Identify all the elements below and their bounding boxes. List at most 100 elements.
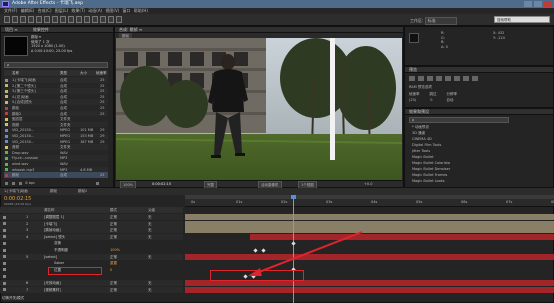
layer-name[interactable]: [卡瑞飞] (44, 221, 57, 227)
visibility-icon[interactable] (3, 235, 6, 239)
visibility-icon[interactable] (3, 281, 6, 285)
first-frame-icon[interactable] (409, 76, 415, 81)
puppet-tool-icon[interactable] (116, 16, 122, 23)
col-rate[interactable]: 帧速率 (96, 70, 107, 76)
label-color-icon[interactable] (5, 117, 8, 121)
visibility-icon[interactable] (3, 215, 6, 219)
visibility-icon[interactable] (3, 268, 6, 272)
label-color-icon[interactable] (5, 106, 8, 110)
layer-parent[interactable]: 无 (148, 280, 152, 286)
play-icon[interactable] (427, 76, 433, 81)
label-color-icon[interactable] (5, 123, 8, 127)
last-frame-icon[interactable] (445, 76, 451, 81)
tab-preview[interactable]: 预览 (405, 67, 553, 73)
effects-search-input[interactable]: ρ (409, 117, 509, 123)
layer-parent[interactable]: 无 (148, 234, 152, 240)
visibility-icon[interactable] (3, 288, 6, 292)
tab-composition[interactable]: 合成: 跳帧 ≡ (119, 27, 142, 32)
minimize-button[interactable] (524, 1, 532, 7)
table-row[interactable]: 变换 (0, 240, 183, 247)
table-row[interactable]: 3 [跳帧动画] 正常 无 (0, 227, 183, 234)
layer-duration-bar[interactable] (185, 286, 554, 293)
audio-icon[interactable] (454, 76, 460, 81)
new-composition-icon[interactable] (19, 181, 23, 185)
col-name[interactable]: 名称 (12, 70, 19, 76)
toggle-switches-modes[interactable]: 切换开关/模式 (2, 296, 24, 301)
visibility-icon[interactable] (3, 241, 6, 245)
trash-icon[interactable] (96, 181, 100, 185)
tab-effects-presets[interactable]: 效果和预设 (405, 109, 553, 115)
hand-tool-icon[interactable] (20, 16, 26, 23)
layer-name[interactable]: 不透明度 (54, 247, 68, 253)
label-color-icon[interactable] (5, 78, 8, 82)
visibility-icon[interactable] (3, 222, 6, 226)
layer-name[interactable]: [select] 镜头 (44, 234, 65, 240)
layer-name[interactable]: 变换 (54, 240, 61, 246)
col-mode[interactable]: 模式 (110, 207, 117, 213)
timeline-tab-1[interactable]: 1.[卡瑞飞]动画 (4, 188, 28, 195)
label-color-icon[interactable] (5, 128, 8, 132)
brush-tool-icon[interactable] (84, 16, 90, 23)
label-color-icon[interactable] (5, 134, 8, 138)
comp-timecode[interactable]: 0:00:02:15 (152, 181, 171, 188)
layer-name[interactable]: [光效动画] (44, 280, 61, 286)
interpret-footage-icon[interactable] (5, 181, 8, 185)
next-frame-icon[interactable] (436, 76, 442, 81)
table-row[interactable]: Saber 重置 (0, 260, 183, 267)
layer-parent[interactable]: 无 (148, 221, 152, 227)
close-button[interactable] (544, 1, 552, 7)
loop-icon[interactable] (463, 76, 469, 81)
layer-mode[interactable]: 正常 (110, 280, 117, 286)
pen-tool-icon[interactable] (68, 16, 74, 23)
playhead-handle[interactable] (291, 195, 296, 199)
layer-mode[interactable]: 正常 (110, 234, 117, 240)
layer-mode[interactable]: 正常 (110, 287, 117, 293)
label-color-icon[interactable] (5, 168, 8, 172)
exposure-value[interactable]: +0.0 (364, 181, 373, 188)
layer-name[interactable]: [调整图层 1] (44, 214, 64, 220)
label-color-icon[interactable] (5, 151, 8, 155)
skip-value[interactable]: 0 (430, 98, 432, 103)
tab-effect-controls[interactable]: 效果控件 (33, 27, 49, 32)
layer-name[interactable]: [视频素材] (44, 287, 61, 293)
search-help-input[interactable]: 搜索帮助 (494, 16, 550, 23)
layer-mode[interactable]: 0 (110, 267, 112, 273)
layer-mode[interactable]: 重置 (110, 260, 117, 266)
col-size[interactable]: 大小 (80, 70, 87, 76)
visibility-icon[interactable] (3, 255, 6, 259)
layer-mode[interactable]: 正常 (110, 254, 117, 260)
label-color-icon[interactable] (5, 89, 8, 93)
prev-frame-icon[interactable] (418, 76, 424, 81)
label-color-icon[interactable] (5, 140, 8, 144)
table-row[interactable]: 4 [select] 镜头 正常 无 (0, 233, 183, 240)
label-color-icon[interactable] (5, 145, 8, 149)
pan-behind-tool-icon[interactable] (52, 16, 58, 23)
timeline-tab-3[interactable]: 跳帧2 (78, 188, 87, 195)
work-area-bar[interactable] (185, 195, 554, 199)
layer-mode[interactable]: 正常 (110, 221, 117, 227)
layer-name[interactable]: [select] (44, 254, 57, 260)
col-parent[interactable]: 父级 (148, 207, 155, 213)
clone-tool-icon[interactable] (92, 16, 98, 23)
layer-name[interactable]: Saber (54, 260, 64, 266)
visibility-icon[interactable] (3, 274, 6, 278)
home-icon[interactable] (4, 16, 10, 23)
layer-name[interactable]: [跳帧动画] (44, 227, 61, 233)
layer-parent[interactable]: 无 (148, 254, 152, 260)
new-folder-icon[interactable] (12, 181, 16, 185)
eraser-tool-icon[interactable] (100, 16, 106, 23)
col-type[interactable]: 类型 (60, 70, 67, 76)
ram-preview-options[interactable]: RAM 预览选项 (409, 85, 432, 90)
composition-viewer[interactable] (116, 38, 402, 180)
label-color-icon[interactable] (5, 173, 8, 177)
table-row[interactable]: 5 [select] 正常 无 (0, 253, 183, 260)
rotate-tool-icon[interactable] (36, 16, 42, 23)
roto-brush-icon[interactable] (108, 16, 114, 23)
layer-parent[interactable]: 无 (148, 214, 152, 220)
table-row[interactable]: 6 [光效动画] 正常 无 (0, 280, 183, 286)
layer-parent[interactable]: 无 (148, 287, 152, 293)
mask-tool-icon[interactable] (60, 16, 66, 23)
project-search-input[interactable]: ρ (4, 62, 108, 68)
type-tool-icon[interactable] (76, 16, 82, 23)
table-row[interactable]: 不透明度 100% (0, 247, 183, 253)
